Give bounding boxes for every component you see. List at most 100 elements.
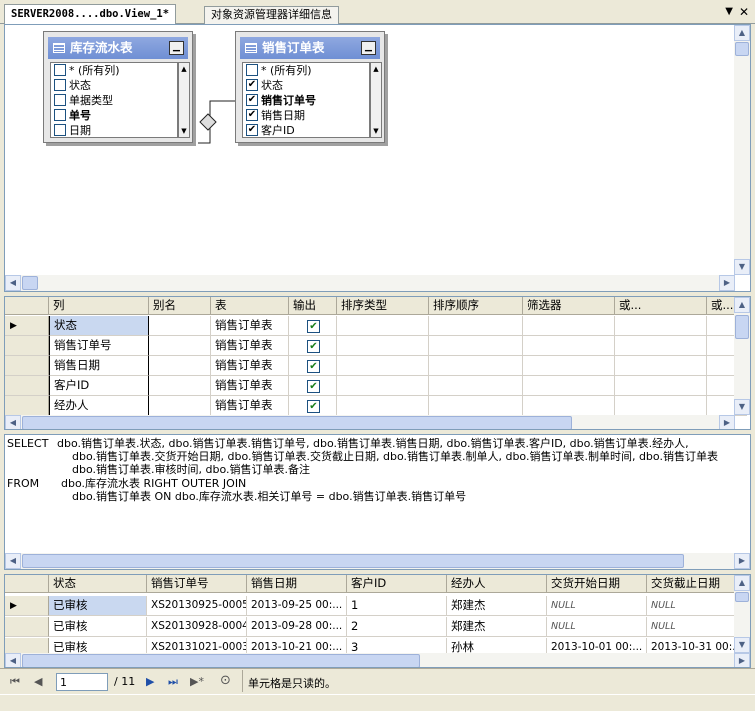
checkbox[interactable] — [54, 94, 66, 106]
column-list-item[interactable]: 单据类型 — [51, 93, 177, 108]
results-horizontal-scrollbar[interactable]: ◀ ▶ — [5, 653, 750, 667]
criteria-cell[interactable] — [429, 356, 523, 376]
checkbox[interactable] — [54, 64, 66, 76]
output-checkbox[interactable]: ✔ — [307, 340, 320, 353]
result-cell[interactable]: 已审核 — [49, 596, 147, 616]
stop-icon[interactable]: ⊙ — [220, 673, 231, 688]
close-icon[interactable]: ✕ — [739, 5, 749, 19]
criteria-cell[interactable] — [337, 316, 429, 336]
criteria-cell[interactable] — [523, 336, 615, 356]
row-header[interactable] — [5, 617, 49, 637]
criteria-cell[interactable] — [615, 316, 707, 336]
col-header-delivery-end[interactable]: 交货截止日期 — [647, 575, 737, 593]
previous-record-icon[interactable]: ◀ — [34, 675, 42, 688]
column-list-scrollbar[interactable]: ▲ ▼ — [178, 62, 190, 138]
scroll-down-icon[interactable]: ▼ — [179, 125, 189, 137]
scroll-thumb[interactable] — [22, 654, 420, 667]
scroll-thumb[interactable] — [22, 276, 38, 290]
scroll-right-icon[interactable]: ▶ — [734, 553, 750, 569]
scroll-right-icon[interactable]: ▶ — [734, 653, 750, 667]
scroll-down-icon[interactable]: ▼ — [371, 125, 381, 137]
criteria-cell[interactable] — [615, 376, 707, 396]
tab-view-designer[interactable]: SERVER2008....dbo.View_1* — [4, 4, 177, 24]
results-vertical-scrollbar[interactable]: ▲ ▼ — [734, 575, 750, 653]
criteria-vertical-scrollbar[interactable]: ▲ ▼ — [734, 297, 750, 415]
checkbox[interactable] — [246, 64, 258, 76]
next-record-icon[interactable]: ▶ — [146, 675, 154, 688]
col-header-output[interactable]: 输出 — [289, 297, 337, 315]
scroll-thumb[interactable] — [22, 416, 572, 429]
col-header-column[interactable]: 列 — [49, 297, 149, 315]
criteria-cell[interactable] — [149, 396, 211, 416]
col-header-filter[interactable]: 筛选器 — [523, 297, 615, 315]
criteria-cell[interactable] — [429, 336, 523, 356]
diagram-vertical-scrollbar[interactable]: ▲ ▼ — [734, 25, 750, 275]
result-cell[interactable]: 2 — [347, 617, 447, 637]
checkbox[interactable]: ✔ — [246, 94, 258, 106]
criteria-cell[interactable] — [429, 316, 523, 336]
row-header[interactable] — [5, 356, 49, 376]
column-list-scrollbar[interactable]: ▲ ▼ — [370, 62, 382, 138]
criteria-pane[interactable]: 列 别名 表 输出 排序类型 排序顺序 筛选器 或... 或... ▶ 状态 销售订… — [4, 296, 751, 430]
criteria-cell[interactable] — [429, 396, 523, 416]
scroll-left-icon[interactable]: ◀ — [5, 653, 21, 667]
scroll-down-icon[interactable]: ▼ — [734, 399, 750, 415]
scroll-left-icon[interactable]: ◀ — [5, 553, 21, 569]
criteria-cell[interactable]: 状态 — [49, 316, 149, 336]
criteria-horizontal-scrollbar[interactable]: ◀ ▶ — [5, 415, 735, 429]
row-header[interactable] — [5, 376, 49, 396]
criteria-cell[interactable] — [337, 376, 429, 396]
result-cell[interactable]: XS20130925-0005 — [147, 596, 247, 616]
scroll-up-icon[interactable]: ▲ — [179, 63, 189, 75]
criteria-cell[interactable] — [337, 356, 429, 376]
criteria-cell[interactable] — [615, 396, 707, 416]
scroll-left-icon[interactable]: ◀ — [5, 275, 21, 291]
page-number-input[interactable] — [56, 673, 108, 691]
tab-list-dropdown-icon[interactable]: ▼ — [725, 6, 733, 17]
col-header-sort-type[interactable]: 排序类型 — [337, 297, 429, 315]
criteria-cell[interactable] — [149, 356, 211, 376]
col-header-sale-date[interactable]: 销售日期 — [247, 575, 347, 593]
col-header-status[interactable]: 状态 — [49, 575, 147, 593]
column-list-item[interactable]: * (所有列) — [51, 63, 177, 78]
criteria-cell[interactable] — [523, 396, 615, 416]
output-checkbox[interactable]: ✔ — [307, 380, 320, 393]
criteria-cell[interactable]: ✔ — [289, 316, 337, 336]
sql-pane[interactable]: SELECT dbo.销售订单表.状态, dbo.销售订单表.销售订单号, db… — [4, 434, 751, 570]
scroll-up-icon[interactable]: ▲ — [734, 297, 750, 313]
scroll-right-icon[interactable]: ▶ — [719, 415, 735, 429]
row-header[interactable]: ▶ — [5, 596, 49, 616]
column-list-item[interactable]: 状态 — [51, 78, 177, 93]
output-checkbox[interactable]: ✔ — [307, 360, 320, 373]
result-cell[interactable]: NULL — [647, 617, 737, 637]
criteria-cell[interactable]: ✔ — [289, 356, 337, 376]
scroll-thumb[interactable] — [22, 554, 684, 568]
output-checkbox[interactable]: ✔ — [307, 320, 320, 333]
minimize-icon[interactable]: ▁ — [169, 41, 184, 55]
column-list-item[interactable]: ✔ 状态 — [243, 78, 369, 93]
result-cell[interactable]: 郑建杰 — [447, 617, 547, 637]
result-cell[interactable]: 郑建杰 — [447, 596, 547, 616]
criteria-cell[interactable]: 销售订单号 — [49, 336, 149, 356]
criteria-cell[interactable]: 销售订单表 — [211, 316, 289, 336]
table-box-inventory[interactable]: 库存流水表 ▁ * (所有列) 状态 单据类型 单号 日期 ▲ ▼ — [43, 31, 193, 143]
scroll-down-icon[interactable]: ▼ — [734, 637, 750, 653]
result-cell[interactable]: 2013-09-25 00:... — [247, 596, 347, 616]
tab-object-explorer-details[interactable]: 对象资源管理器详细信息 — [204, 6, 339, 24]
column-list-item[interactable]: 单号 — [51, 108, 177, 123]
criteria-cell[interactable] — [149, 336, 211, 356]
column-list-item[interactable]: ✔ 销售订单号 — [243, 93, 369, 108]
output-checkbox[interactable]: ✔ — [307, 400, 320, 413]
criteria-cell[interactable]: ✔ — [289, 396, 337, 416]
criteria-cell[interactable]: 客户ID — [49, 376, 149, 396]
minimize-icon[interactable]: ▁ — [361, 41, 376, 55]
scroll-up-icon[interactable]: ▲ — [734, 575, 750, 591]
scroll-thumb[interactable] — [735, 42, 749, 56]
column-list-item[interactable]: ✔ 客户ID — [243, 123, 369, 137]
criteria-cell[interactable] — [615, 336, 707, 356]
result-cell[interactable]: XS20130928-0004 — [147, 617, 247, 637]
row-header[interactable]: ▶ — [5, 316, 49, 336]
criteria-cell[interactable] — [523, 356, 615, 376]
col-header-alias[interactable]: 别名 — [149, 297, 211, 315]
col-header-delivery-start[interactable]: 交货开始日期 — [547, 575, 647, 593]
